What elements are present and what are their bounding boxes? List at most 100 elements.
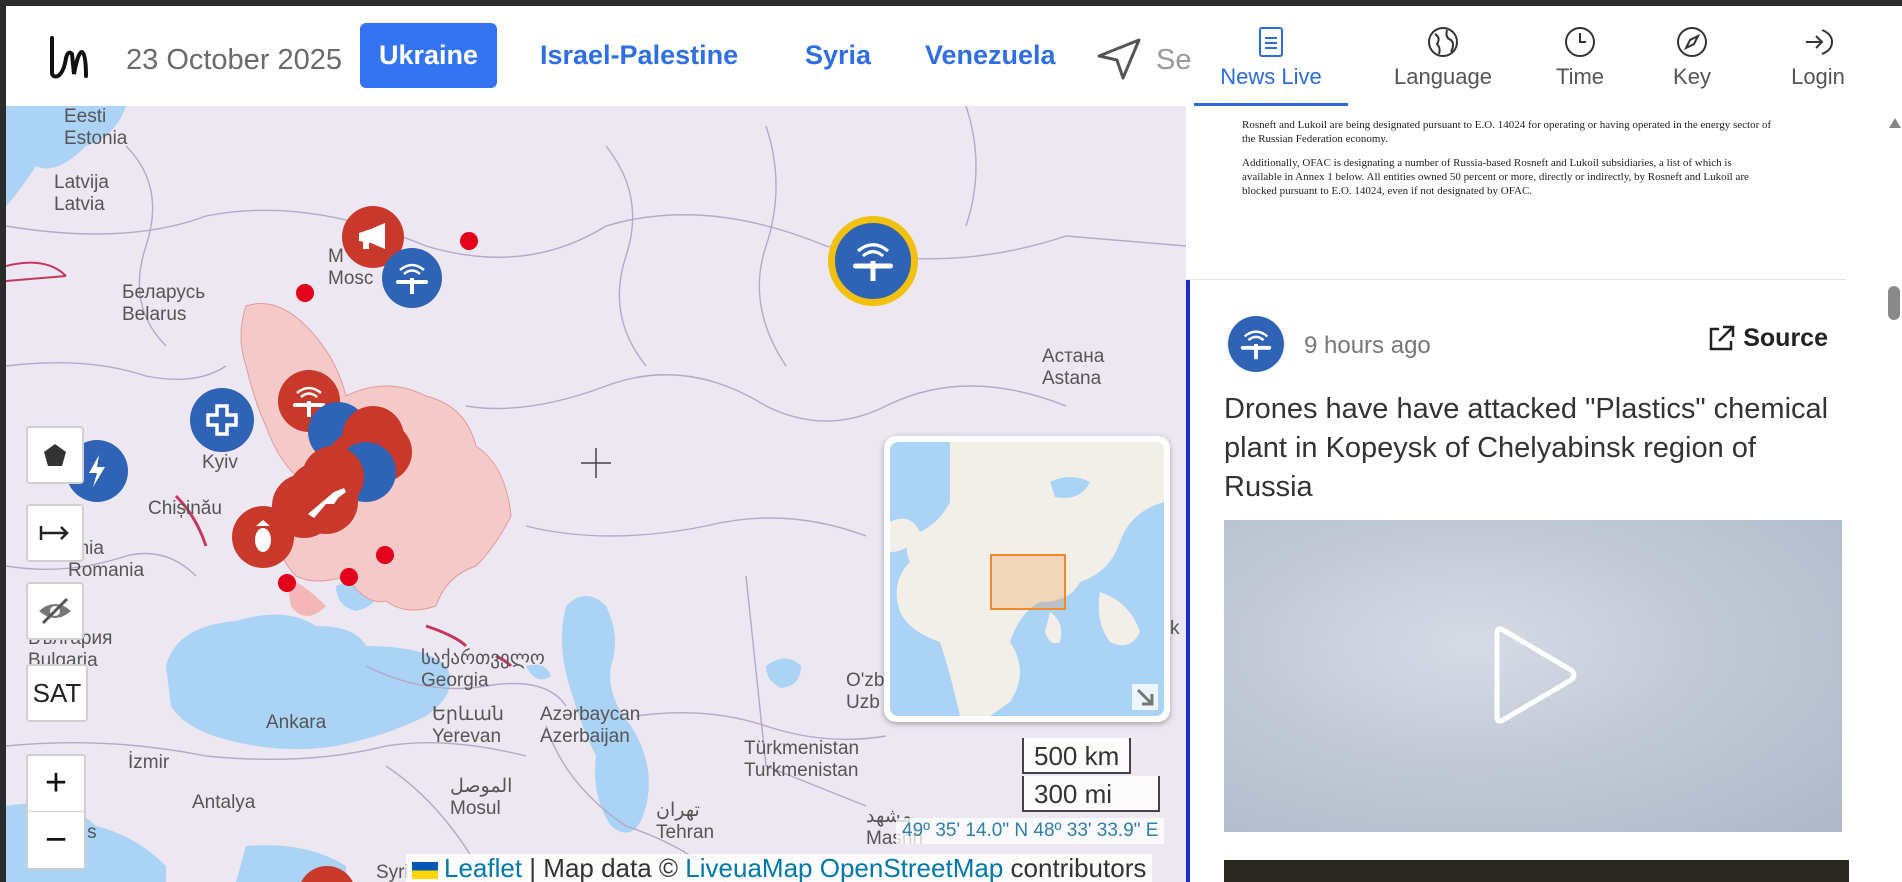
label-syria: Syri — [376, 862, 409, 882]
label-uzbekistan: O'zb Uzb — [846, 670, 885, 713]
measure-button[interactable] — [26, 504, 84, 562]
bomb-marker[interactable] — [232, 506, 294, 568]
document-paragraph: Rosneft and Lukoil are being designated … — [1242, 119, 1772, 145]
attribution-contributors: contributors — [1003, 853, 1147, 882]
login-icon — [1806, 29, 1834, 55]
minimap[interactable] — [884, 436, 1170, 722]
event-dot[interactable] — [296, 284, 314, 302]
eye-slash-icon — [39, 597, 71, 625]
nav-label: Language — [1394, 64, 1492, 89]
event-dot[interactable] — [278, 574, 296, 592]
search-label[interactable]: Se — [1156, 44, 1191, 77]
satellite-toggle-button[interactable]: SAT — [26, 664, 88, 722]
news-timestamp: 9 hours ago — [1304, 332, 1431, 359]
label-latvia: Latvija Latvia — [54, 172, 109, 215]
event-dot[interactable] — [460, 232, 478, 250]
megaphone-icon — [359, 223, 385, 249]
news-card[interactable]: 9 hours ago Source Drones have have atta… — [1186, 280, 1852, 882]
minimap-viewport[interactable] — [990, 554, 1066, 610]
news-headline[interactable]: Drones have have attacked "Plastics" che… — [1224, 390, 1834, 507]
map-attribution: Leaflet | Map data © LiveuaMap OpenStree… — [406, 853, 1153, 882]
source-link[interactable]: Source — [1707, 324, 1828, 353]
document-icon — [1259, 27, 1283, 57]
bomb-icon — [255, 520, 271, 552]
polygon-icon — [44, 444, 66, 466]
attribution-text: | Map data © — [522, 853, 686, 882]
ukraine-flag-icon — [412, 862, 438, 879]
scroll-up-arrow[interactable] — [1889, 118, 1901, 128]
selected-drone-marker[interactable] — [828, 216, 918, 306]
event-dot[interactable] — [340, 568, 358, 586]
nav-label: News Live — [1220, 64, 1322, 89]
compass-icon — [1677, 27, 1707, 57]
liveuamap-logo[interactable] — [44, 32, 94, 82]
tab-ukraine[interactable]: Ukraine — [360, 23, 498, 88]
medical-marker[interactable] — [190, 388, 254, 452]
medical-cross-icon — [206, 404, 238, 436]
tab-syria[interactable]: Syria — [786, 23, 890, 88]
clock-icon — [1565, 27, 1595, 57]
map-view[interactable]: Eesti Estonia Latvija Latvia Беларусь Belar… — [6, 106, 1186, 882]
drone-icon — [396, 263, 428, 294]
tab-venezuela[interactable]: Venezuela — [906, 23, 1075, 88]
label-estonia: Eesti Estonia — [64, 106, 128, 149]
drone-marker[interactable] — [382, 248, 442, 308]
hide-markers-button[interactable] — [26, 582, 84, 640]
label-chisinau: Chișinău — [148, 498, 222, 519]
gunfire-marker[interactable] — [294, 470, 358, 534]
measure-arrow-icon — [39, 526, 69, 540]
news-panel: News Live Language Time Key Login Rosnef… — [1186, 6, 1902, 882]
openstreetmap-link[interactable]: OpenStreetMap — [820, 853, 1004, 882]
tab-israel-palestine[interactable]: Israel-Palestine — [521, 23, 757, 88]
border-line — [6, 261, 67, 282]
zoom-out-button[interactable]: − — [28, 812, 84, 868]
label-belarus: Беларусь Belarus — [122, 282, 206, 325]
label-tehran: تهران Tehran — [656, 800, 715, 843]
event-dot[interactable] — [376, 546, 394, 564]
draw-polygon-button[interactable] — [26, 426, 84, 484]
label-turkmenistan: Türkmenistan Turkmenistan — [744, 738, 860, 781]
play-icon[interactable] — [1489, 625, 1579, 725]
drone-icon — [853, 243, 893, 281]
label-kazakhstan-edge: k — [1170, 618, 1180, 639]
document-excerpt: Rosneft and Lukoil are being designated … — [1242, 118, 1772, 208]
top-bar: 23 October 2025 Ukraine Israel-Palestine… — [6, 6, 1191, 106]
globe-icon — [1428, 27, 1458, 57]
nav-label: Key — [1673, 64, 1711, 89]
label-yerevan: Երևան Yerevan — [432, 704, 504, 747]
label-astana: Астана Astana — [1042, 346, 1105, 389]
scale-mi: 300 mi — [1022, 776, 1160, 812]
map-crosshair — [581, 448, 611, 478]
nav-time[interactable]: Time — [1532, 6, 1628, 106]
drone-category-icon — [1228, 316, 1284, 372]
nav-key[interactable]: Key — [1650, 6, 1734, 106]
zoom-control: + − — [26, 754, 86, 870]
label-izmir: İzmir — [128, 752, 170, 773]
current-date[interactable]: 23 October 2025 — [126, 44, 342, 77]
label-kyiv: Kyiv — [202, 452, 238, 473]
panel-scrollbar[interactable] — [1886, 118, 1902, 882]
rifle-icon — [308, 488, 346, 518]
minimap-toggle-icon[interactable] — [1132, 684, 1158, 710]
document-paragraph: Additionally, OFAC is designating a numb… — [1242, 157, 1749, 197]
leaflet-link[interactable]: Leaflet — [444, 853, 522, 882]
source-label: Source — [1743, 324, 1828, 352]
app-window: 23 October 2025 Ukraine Israel-Palestine… — [6, 6, 1902, 882]
nav-label: Login — [1791, 64, 1845, 89]
nav-news-live[interactable]: News Live — [1194, 6, 1348, 106]
border-line — [425, 624, 468, 648]
next-media-preview[interactable] — [1224, 860, 1849, 882]
send-icon[interactable] — [1095, 34, 1143, 82]
label-antalya: Antalya — [192, 792, 256, 813]
nav-login[interactable]: Login — [1766, 6, 1870, 106]
aral-lake — [766, 658, 801, 688]
nav-language[interactable]: Language — [1382, 6, 1504, 106]
scroll-thumb[interactable] — [1888, 286, 1900, 320]
video-player[interactable] — [1224, 520, 1842, 832]
liveuamap-link[interactable]: LiveuaMap — [685, 853, 812, 882]
nav-label: Time — [1555, 64, 1605, 89]
label-ankara: Ankara — [266, 712, 327, 733]
cursor-coordinates: 49º 35' 14.0" N 48º 33' 33.9" E — [896, 818, 1165, 844]
label-georgia: საქართველო Georgia — [421, 648, 545, 691]
zoom-in-button[interactable]: + — [28, 756, 84, 812]
